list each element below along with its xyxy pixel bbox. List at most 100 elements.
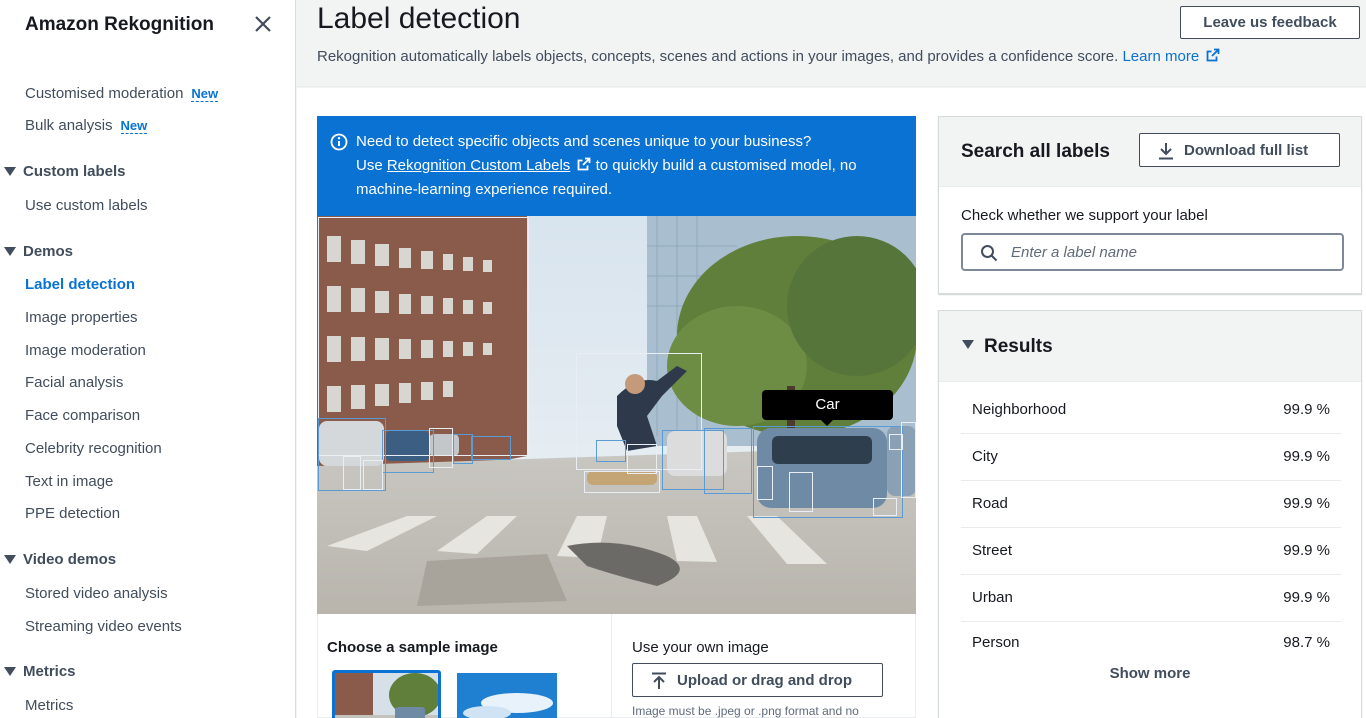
custom-labels-link-label: Rekognition Custom Labels [386, 157, 571, 174]
banner-line-1: Need to detect specific objects and scen… [356, 133, 812, 150]
bbox-car[interactable] [627, 444, 657, 474]
result-label: Neighborhood [972, 401, 1067, 418]
sidebar-title: Amazon Rekognition [25, 14, 214, 35]
show-more-button[interactable]: Show more [939, 665, 1361, 682]
sidebar-item-label-detection[interactable]: Label detection [25, 276, 135, 293]
bbox-car[interactable] [704, 428, 752, 494]
banner-line-2: Use Rekognition Custom Labels to quickly… [356, 157, 857, 174]
divider [611, 614, 612, 718]
section-title: Metrics [23, 663, 76, 680]
page-title: Label detection [317, 2, 521, 35]
sidebar-item-facial-analysis[interactable]: Facial analysis [25, 374, 123, 391]
external-link-icon [1206, 48, 1220, 62]
search-panel-header: Search all labels Download full list [939, 117, 1361, 187]
sidebar-item-celebrity-recognition[interactable]: Celebrity recognition [25, 440, 162, 457]
search-icon [981, 245, 998, 262]
upload-icon [652, 672, 666, 689]
search-panel-title: Search all labels [961, 141, 1110, 162]
bbox-car[interactable] [453, 434, 473, 464]
results-header-toggle[interactable]: Results [939, 311, 1361, 382]
bbox-car[interactable] [471, 436, 511, 460]
banner-text: to quickly build a customised model, no [591, 157, 857, 174]
sidebar-item-text-in-image[interactable]: Text in image [25, 473, 113, 490]
bbox-car[interactable] [901, 422, 916, 498]
sample-thumbnail-street[interactable] [332, 670, 441, 718]
sidebar-item-bulk-analysis[interactable]: Bulk analysis New [25, 117, 148, 134]
result-confidence: 99.9 % [1283, 401, 1330, 418]
info-banner: Need to detect specific objects and scen… [317, 116, 916, 216]
page-header: Label detection Rekognition automaticall… [297, 0, 1366, 87]
bbox-license-plate[interactable] [873, 498, 897, 516]
bbox-car[interactable] [382, 430, 434, 473]
result-label: Street [972, 542, 1013, 559]
sidebar-item-metrics[interactable]: Metrics [25, 697, 73, 714]
bbox-wheel[interactable] [343, 456, 361, 490]
check-label-text: Check whether we support your label [961, 207, 1208, 224]
result-label: City [972, 448, 998, 465]
upload-hint: Image must be .jpeg or .png format and n… [632, 704, 859, 718]
sidebar-item-stored-video-analysis[interactable]: Stored video analysis [25, 585, 168, 602]
result-row: Street 99.9 % [961, 528, 1341, 575]
sample-thumbnail-sky[interactable] [457, 673, 557, 718]
caret-down-icon [962, 340, 974, 349]
caret-down-icon [4, 246, 16, 256]
result-confidence: 99.9 % [1283, 495, 1330, 512]
bbox-wheel[interactable] [596, 440, 626, 462]
new-badge: New [191, 86, 219, 102]
result-confidence: 98.7 % [1283, 634, 1330, 651]
result-row: Urban 99.9 % [961, 575, 1341, 622]
download-full-list-button[interactable]: Download full list [1139, 133, 1340, 167]
description-text: Rekognition automatically labels objects… [317, 48, 1119, 65]
sidebar-section-demos[interactable]: Demos [4, 243, 73, 260]
sidebar-item-label: Customised moderation [25, 85, 184, 102]
sidebar-item-face-comparison[interactable]: Face comparison [25, 407, 140, 424]
sidebar-item-streaming-video-events[interactable]: Streaming video events [25, 618, 182, 635]
app-root: Amazon Rekognition Customised moderation… [0, 0, 1366, 718]
result-row: Neighborhood 99.9 % [961, 387, 1341, 434]
result-label: Person [972, 634, 1020, 651]
search-labels-panel: Search all labels Download full list Che… [938, 116, 1362, 294]
section-title: Custom labels [23, 163, 126, 180]
page-description: Rekognition automatically labels objects… [317, 48, 1220, 65]
choose-sample-label: Choose a sample image [327, 639, 498, 656]
bbox-skateboard[interactable] [584, 471, 660, 493]
info-icon [330, 133, 348, 151]
bbox-wheel[interactable] [789, 472, 813, 512]
results-title: Results [984, 336, 1053, 357]
sidebar-section-custom-labels[interactable]: Custom labels [4, 163, 126, 180]
street-thumbnail-image [335, 673, 438, 718]
download-icon [1159, 143, 1173, 160]
sidebar-item-use-custom-labels[interactable]: Use custom labels [25, 197, 148, 214]
label-search-box[interactable] [961, 233, 1344, 271]
custom-labels-link[interactable]: Rekognition Custom Labels [387, 157, 570, 174]
sidebar-section-metrics[interactable]: Metrics [4, 663, 76, 680]
result-label: Urban [972, 589, 1013, 606]
result-confidence: 99.9 % [1283, 589, 1330, 606]
upload-button[interactable]: Upload or drag and drop [632, 663, 883, 697]
bbox-wheel[interactable] [757, 466, 773, 500]
sidebar-item-ppe-detection[interactable]: PPE detection [25, 505, 120, 522]
result-row: Person 98.7 % [961, 622, 1341, 662]
sidebar-section-video-demos[interactable]: Video demos [4, 551, 116, 568]
result-label: Road [972, 495, 1008, 512]
result-row: Road 99.9 % [961, 481, 1341, 528]
sidebar-item-image-properties[interactable]: Image properties [25, 309, 138, 326]
car-label-tooltip: Car [762, 390, 893, 426]
leave-feedback-button[interactable]: Leave us feedback [1180, 6, 1360, 39]
external-link-icon [578, 157, 591, 171]
download-button-label: Download full list [1184, 142, 1309, 159]
close-icon[interactable] [252, 13, 274, 35]
sidebar-item-image-moderation[interactable]: Image moderation [25, 342, 146, 359]
result-confidence: 99.9 % [1283, 448, 1330, 465]
bbox-wheel[interactable] [363, 460, 383, 490]
section-title: Video demos [23, 551, 117, 568]
sidebar-item-customised-moderation[interactable]: Customised moderation New [25, 85, 219, 102]
new-badge: New [120, 118, 148, 134]
sample-chooser: Choose a sample image Use your own image… [317, 614, 916, 718]
learn-more-link[interactable]: Learn more [1122, 48, 1220, 65]
label-search-input[interactable] [1011, 241, 1331, 263]
banner-text: Use [356, 157, 387, 174]
upload-button-label: Upload or drag and drop [677, 672, 852, 689]
bbox-car[interactable] [429, 428, 453, 468]
own-image-label: Use your own image [632, 639, 769, 656]
